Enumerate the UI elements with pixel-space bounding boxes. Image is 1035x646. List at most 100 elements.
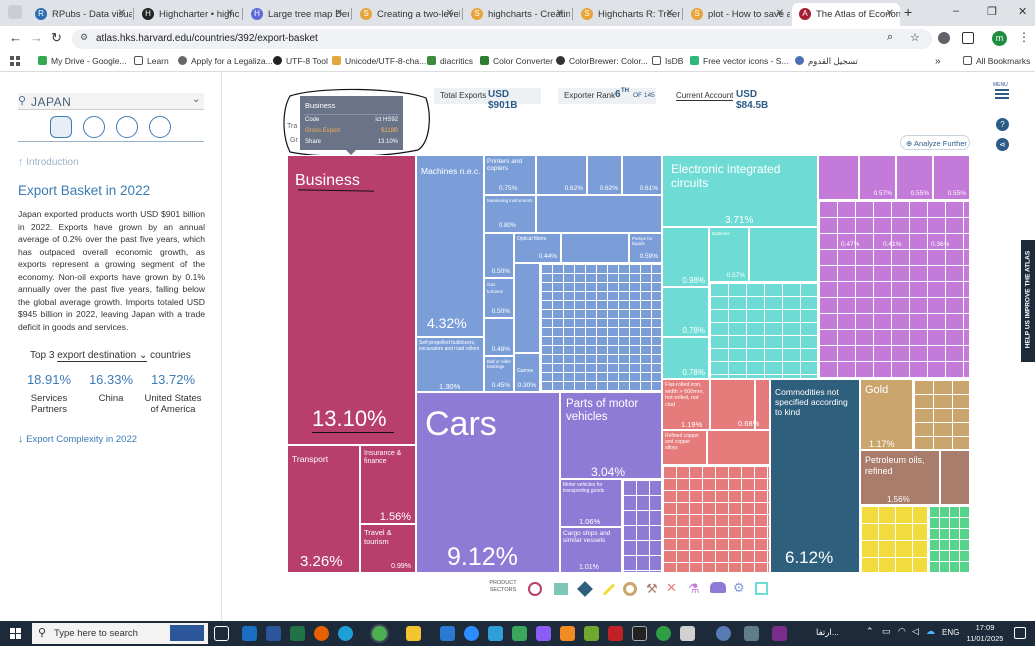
treemap-cell-refined-copper[interactable]: Refined copper and copper alloys [662, 430, 707, 465]
minerals-icon[interactable] [623, 582, 637, 596]
zoom-search-icon[interactable]: ⌕ [887, 31, 893, 44]
bookmark-item[interactable]: diacritics [427, 56, 473, 66]
browser-tab[interactable]: S highcharts - Creatin ✕ [464, 3, 570, 26]
wifi-icon[interactable]: ◠ [898, 626, 906, 637]
bookmark-item[interactable]: Unicode/UTF-8-cha... [332, 56, 426, 66]
analyze-further-button[interactable]: ⊕ Analyze Further [900, 135, 970, 150]
zoom-icon[interactable] [464, 626, 479, 641]
close-tab-icon[interactable]: ✕ [776, 8, 784, 19]
treemap-cell-minerals-small[interactable] [940, 450, 970, 505]
treemap-cell-insurance[interactable]: Insurance & finance 1.56% [360, 445, 416, 524]
app-icon[interactable] [488, 626, 503, 641]
excel-icon[interactable] [290, 626, 305, 641]
more-bookmarks-icon[interactable]: » [935, 56, 941, 67]
profile-avatar[interactable]: m [992, 31, 1007, 46]
treemap-cell-printers[interactable]: Printers and copiers 0.75% [484, 155, 536, 195]
back-arrow-icon[interactable]: ← [9, 30, 22, 45]
bookmark-star-icon[interactable]: ☆ [910, 31, 920, 44]
extensions-puzzle-icon[interactable] [938, 32, 950, 44]
treemap-cell-gold[interactable]: Gold 1.17% [860, 379, 913, 450]
treemap-cell-electronics-grid[interactable] [709, 282, 818, 379]
volume-icon[interactable]: ◁ [912, 626, 919, 637]
treemap-cell-machinery-small[interactable] [561, 233, 629, 263]
browser-tab[interactable]: S Highcharts R: Treem ✕ [574, 3, 680, 26]
treemap-cell-ballbearings[interactable]: Ball or roller bearings 0.45% [484, 356, 514, 392]
word-icon[interactable] [266, 626, 281, 641]
introduction-link[interactable]: ↑ Introduction [18, 156, 79, 168]
bookmark-item[interactable]: UTF-8 Tool [273, 56, 328, 66]
growth-chart-icon[interactable] [149, 116, 171, 138]
close-tab-icon[interactable]: ✕ [226, 8, 234, 19]
close-window-button[interactable]: ✕ [1018, 5, 1027, 18]
app-icon[interactable] [608, 626, 623, 641]
edge-icon[interactable] [338, 626, 353, 641]
treemap-cell-electronics-small[interactable]: 0.78% [662, 337, 709, 379]
terminal-icon[interactable] [632, 626, 647, 641]
treemap-cell-games[interactable]: Games 0.30% [514, 353, 540, 392]
share-icon[interactable]: ⋖ [996, 138, 1009, 151]
treemap-cell-electronics-small[interactable] [749, 227, 818, 282]
vlc-icon[interactable] [560, 626, 575, 641]
treemap-cell-machines[interactable]: Machines n.e.c. 4.32% [416, 155, 484, 337]
treemap-cell-cargo-ships[interactable]: Cargo ships and similar vessels 1.01% [560, 527, 622, 573]
export-complexity-link[interactable]: ↓ Export Complexity in 2022 [18, 433, 137, 445]
treemap-cell-chemicals-small[interactable]: 0.55% [896, 155, 933, 200]
browser-tab[interactable]: H Large tree map Dem ✕ [244, 3, 349, 26]
browser-tab[interactable]: S Creating a two-level ✕ [353, 3, 460, 26]
reload-icon[interactable]: ↻ [51, 30, 62, 46]
close-tab-icon[interactable]: ✕ [666, 8, 674, 19]
hamburger-menu-icon[interactable] [995, 89, 1009, 99]
product-space-icon[interactable] [116, 116, 138, 138]
app-icon[interactable] [656, 626, 671, 641]
windows-start-icon[interactable] [10, 628, 21, 639]
weather-label[interactable]: ارتفا... [816, 627, 839, 638]
all-bookmarks[interactable]: All Bookmarks [963, 56, 1030, 66]
notifications-icon[interactable] [1014, 627, 1026, 639]
app-icon[interactable] [744, 626, 759, 641]
app-icon[interactable] [536, 626, 551, 641]
taskbar-search-box[interactable]: ⚲ Type here to search [32, 623, 208, 644]
treemap-cell-electronics-small[interactable]: 0.98% [662, 227, 709, 287]
other-icon[interactable] [755, 582, 768, 595]
browser-tab[interactable]: H Highcharter • highch ✕ [135, 3, 240, 26]
browser-tab-active[interactable]: A The Atlas of Econon ✕ [792, 3, 900, 26]
country-selector[interactable]: ⚲ JAPAN ⌄ [18, 93, 204, 110]
treemap-cell-flat-iron[interactable]: Flat-rolled iron, width > 600mm, hot-rol… [662, 379, 710, 430]
treemap-cell-petroleum[interactable]: Petroleum oils, refined 1.56% [860, 450, 940, 505]
machinery-icon[interactable] [710, 582, 726, 593]
tray-chevron-icon[interactable]: ⌃ [866, 626, 874, 637]
r-icon[interactable] [716, 626, 731, 641]
bookmark-item[interactable]: Free vector icons - S... [690, 56, 789, 66]
treemap-cell-vehicles-grid[interactable] [622, 479, 662, 573]
destination-dropdown[interactable]: export destination ⌄ [57, 350, 148, 362]
task-view-icon[interactable] [214, 626, 229, 641]
bookmark-item[interactable]: تسجيل القدوم [795, 56, 858, 67]
new-tab-button[interactable]: + [904, 4, 912, 20]
extension-icon[interactable] [962, 32, 974, 44]
close-tab-icon[interactable]: ✕ [446, 8, 454, 19]
treemap-cell-gas-turbines[interactable]: Gas turbines 0.50% [484, 278, 514, 318]
treemap-cell-metals-grid[interactable] [662, 465, 770, 573]
close-tab-icon[interactable]: ✕ [118, 8, 126, 19]
app-icon[interactable] [584, 626, 599, 641]
close-tab-icon[interactable]: ✕ [556, 8, 564, 19]
treemap-cell-electronics-small[interactable]: 0.78% [662, 287, 709, 337]
clock-time[interactable]: 17:09 [970, 623, 1000, 632]
textiles-icon[interactable] [554, 583, 568, 595]
tab-search-icon[interactable] [8, 5, 22, 19]
treemap-cell-optical[interactable]: Optical fibers 0.44% [514, 233, 561, 263]
apps-grid-icon[interactable] [10, 56, 20, 66]
bookmark-item[interactable]: My Drive - Google... [38, 56, 127, 66]
app-icon[interactable] [512, 626, 527, 641]
vehicles-icon[interactable]: ⚗ [688, 581, 700, 597]
treemap-cell-electronic[interactable]: Electronic integrated circuits 3.71% [662, 155, 818, 227]
treemap-cell-machinery-small[interactable]: 0.62% [587, 155, 622, 195]
maximize-button[interactable]: ❐ [987, 5, 997, 18]
treemap-cell-machinery-small[interactable] [514, 263, 540, 353]
bookmark-item[interactable]: Learn [134, 56, 169, 66]
outlook-icon[interactable] [242, 626, 257, 641]
browser-menu-icon[interactable]: ⋮ [1018, 30, 1030, 44]
close-tab-icon[interactable]: ✕ [335, 8, 343, 19]
electronics-icon[interactable]: ⚙ [733, 580, 745, 596]
network-icon[interactable]: ▭ [882, 626, 891, 637]
